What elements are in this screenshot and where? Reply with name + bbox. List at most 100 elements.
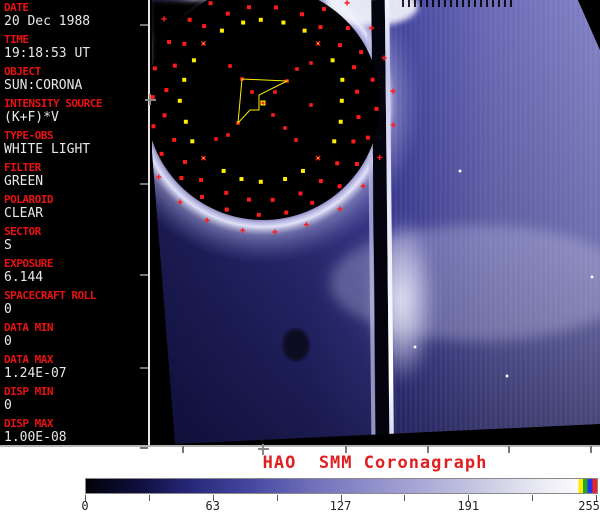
- grid-dot: [241, 20, 246, 25]
- grid-dot: [202, 42, 205, 45]
- metadata-field: DISP MIN 0: [4, 385, 146, 417]
- field-value: 1.24E-07: [4, 366, 67, 381]
- metadata-field: DATE 20 Dec 1988: [4, 1, 146, 33]
- grid-dot: [294, 138, 298, 142]
- grid-dot: [228, 64, 232, 68]
- field-value: 0: [4, 334, 12, 349]
- field-label: DATE: [4, 1, 29, 14]
- grid-dot: [258, 179, 263, 184]
- field-label: EXPOSURE: [4, 257, 53, 270]
- axis-tick: [140, 183, 148, 185]
- grid-dot: [224, 190, 229, 195]
- grid-dot: [283, 126, 287, 130]
- grid-dot: [356, 115, 361, 120]
- axis-tick: [345, 446, 347, 453]
- field-label: SPACECRAFT ROLL: [4, 289, 96, 302]
- colorbar-label: 127: [329, 499, 352, 512]
- grid-dot: [152, 66, 157, 71]
- grid-dot: [309, 103, 313, 107]
- field-value: S: [4, 238, 12, 253]
- axis-tick: [140, 447, 148, 449]
- grid-dot: [199, 177, 204, 182]
- dark-blob: [283, 329, 309, 361]
- grid-dot: [225, 11, 230, 16]
- grid-dot: [182, 41, 187, 46]
- metadata-field: OBJECT SUN:CORONA: [4, 65, 146, 97]
- field-label: TIME: [4, 33, 29, 46]
- metadata-panel: DATE 20 Dec 1988 TIME 19:18:53 UT OBJECT SUN:…: [0, 0, 148, 446]
- grid-dot: [167, 40, 172, 45]
- field-label: POLAROID: [4, 193, 53, 206]
- axis-tick: [140, 274, 148, 276]
- grid-dot: [239, 177, 244, 182]
- colorbar-minor-tick: [404, 495, 406, 501]
- grid-dot: [271, 113, 275, 117]
- grid-dot: [295, 67, 299, 71]
- field-value: 19:18:53 UT: [4, 46, 91, 61]
- axis-tick: [149, 94, 151, 105]
- field-label: OBJECT: [4, 65, 41, 78]
- app-window: DATE 20 Dec 1988 TIME 19:18:53 UT OBJECT SUN:…: [0, 0, 600, 512]
- grid-dot: [374, 106, 379, 111]
- colorbar-label: 63: [205, 499, 220, 512]
- field-label: DISP MAX: [4, 417, 53, 430]
- metadata-field: SECTOR S: [4, 225, 146, 257]
- star-dot: [458, 169, 462, 173]
- grid-dot: [219, 28, 224, 33]
- grid-dot: [202, 157, 205, 159]
- grid-dot: [352, 65, 357, 70]
- grid-dot: [283, 177, 288, 182]
- grid-dot: [226, 133, 230, 137]
- grid-dot: [172, 137, 177, 142]
- field-value: 0: [4, 398, 12, 413]
- grid-dot: [256, 212, 261, 217]
- grid-dot: [365, 135, 370, 140]
- grid-dot: [177, 98, 182, 103]
- grid-dot: [190, 139, 195, 144]
- grid-dot: [317, 157, 319, 159]
- footer-title: HAO SMM Coronagraph: [262, 453, 488, 473]
- grid-dot: [258, 17, 263, 22]
- grid-dot: [246, 5, 251, 10]
- image-left-border: [148, 0, 150, 446]
- metadata-field: TIME 19:18:53 UT: [4, 33, 146, 65]
- grid-dot: [340, 77, 345, 82]
- grid-dot: [351, 139, 356, 144]
- field-label: TYPE-OBS: [4, 129, 53, 142]
- colorbar-minor-tick: [148, 495, 150, 501]
- grid-dot: [339, 98, 344, 103]
- grid-dot: [200, 194, 205, 199]
- field-value: SUN:CORONA: [4, 78, 83, 93]
- field-value: 6.144: [4, 270, 44, 285]
- grid-dot: [337, 43, 342, 48]
- grid-dot: [183, 119, 188, 124]
- field-value: WHITE LIGHT: [4, 142, 91, 157]
- grid-dot: [281, 20, 286, 25]
- metadata-field: FILTER GREEN: [4, 161, 146, 193]
- grid-dot: [214, 137, 218, 141]
- axis-tick: [590, 446, 592, 453]
- grid-dot: [270, 197, 275, 202]
- grid-dot: [284, 210, 289, 215]
- grid-dot: [273, 5, 278, 10]
- grid-dot: [164, 88, 169, 93]
- field-label: SECTOR: [4, 225, 41, 238]
- grid-dot: [318, 179, 323, 184]
- field-value: 20 Dec 1988: [4, 14, 91, 29]
- colorbar-label: 191: [457, 499, 480, 512]
- axis-tick: [140, 367, 148, 369]
- grid-dot: [354, 161, 359, 166]
- grid-dot: [246, 197, 251, 202]
- grid-dot: [187, 17, 192, 22]
- grid-dot: [151, 124, 156, 129]
- metadata-field: DATA MIN 0: [4, 321, 146, 353]
- colorbar-minor-tick: [532, 495, 534, 501]
- grid-dot: [318, 25, 323, 30]
- grid-dot: [202, 24, 207, 29]
- field-label: INTENSITY SOURCE: [4, 97, 102, 110]
- coronagraph-scene: [150, 0, 600, 446]
- grid-dot: [330, 58, 335, 63]
- grid-dot: [298, 191, 303, 196]
- grid-dot: [182, 77, 187, 82]
- star-dot: [413, 345, 417, 349]
